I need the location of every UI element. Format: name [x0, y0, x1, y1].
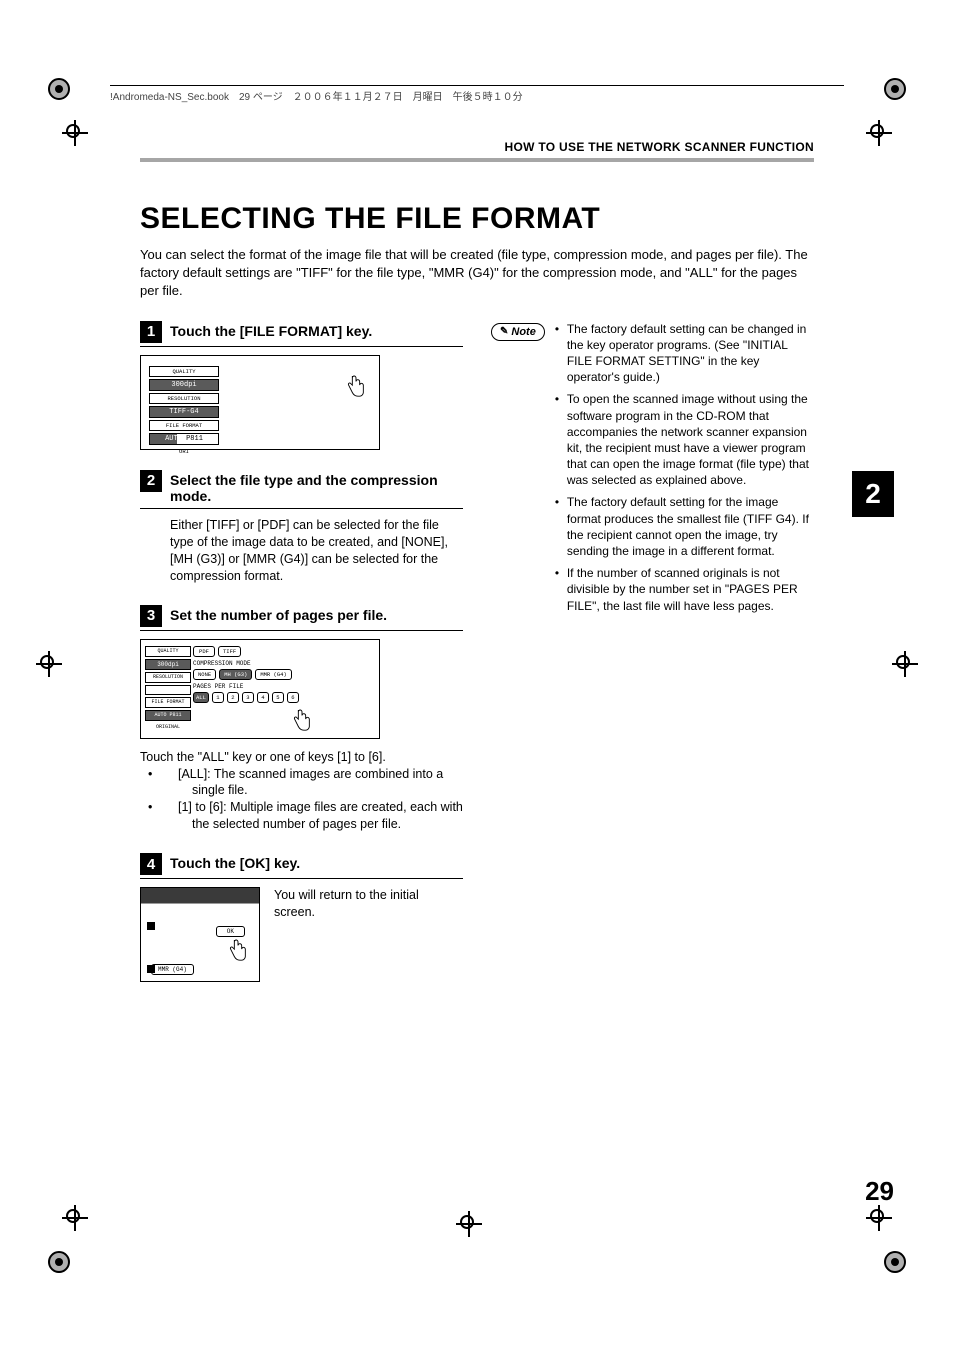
- step-2-title: Select the file type and the compression…: [170, 470, 463, 506]
- reg-mark-bl: [66, 1209, 84, 1227]
- note-list: The factory default setting can be chang…: [555, 321, 814, 620]
- step-2-number: 2: [140, 470, 162, 492]
- step-2-body: Either [TIFF] or [PDF] can be selected f…: [170, 517, 463, 585]
- hand-pointer-icon: [291, 708, 313, 734]
- step-3-after-item-all: • [ALL]: The scanned images are combined…: [144, 766, 463, 800]
- note-block: Note The factory default setting can be …: [491, 321, 814, 620]
- crop-circle-tr: [884, 78, 906, 100]
- step-3-item-all-text: The scanned images are combined into a s…: [192, 767, 443, 798]
- note-label: Note: [511, 326, 535, 338]
- panel3-ppf-label: PAGES PER FILE: [193, 683, 375, 690]
- step-3-after-intro: Touch the "ALL" key or one of keys [1] t…: [140, 749, 463, 766]
- panel3-ff-blank: [145, 685, 191, 695]
- page-title: SELECTING THE FILE FORMAT: [140, 202, 814, 236]
- note-item-2: To open the scanned image without using …: [555, 391, 814, 488]
- panel4-mmr: MMR (G4): [151, 964, 194, 975]
- panel3-btn-all: ALL: [193, 692, 209, 703]
- hand-pointer-icon: [227, 938, 249, 964]
- note-item-3: The factory default setting for the imag…: [555, 494, 814, 559]
- reg-mark-mr: [896, 655, 914, 673]
- panel3-btn-6: 6: [287, 692, 299, 703]
- panel3-btn-none: NONE: [193, 669, 216, 680]
- panel3-ff-label: FILE FORMAT: [145, 697, 191, 708]
- step-3: 3 Set the number of pages per file. QUAL…: [140, 605, 463, 833]
- panel3-original: ORIGINAL: [145, 723, 191, 732]
- panel3-btn-mhg3: MH (G3): [219, 669, 252, 680]
- page-frame: HOW TO USE THE NETWORK SCANNER FUNCTION …: [60, 130, 894, 1201]
- note-badge: Note: [491, 323, 545, 341]
- step-3-title: Set the number of pages per file.: [170, 605, 387, 624]
- panel1-auto-row: AUTO P811: [149, 433, 219, 445]
- panel1-p811: P811: [186, 435, 203, 443]
- step-1-number: 1: [140, 321, 162, 343]
- note-item-4: If the number of scanned originals is no…: [555, 565, 814, 614]
- step-4-title: Touch the [OK] key.: [170, 853, 300, 872]
- step-3-after-item-nums: • [1] to [6]: Multiple image files are c…: [144, 799, 463, 833]
- panel1-auto: AUTO: [165, 435, 182, 443]
- panel3-auto: AUTO P811: [145, 710, 191, 721]
- step-2: 2 Select the file type and the compressi…: [140, 470, 463, 585]
- panel3-compression-label: COMPRESSION MODE: [193, 660, 375, 667]
- reg-mark-bc: [460, 1215, 478, 1233]
- panel3-btn-mmrg4: MMR (G4): [255, 669, 291, 680]
- note-item-1: The factory default setting can be chang…: [555, 321, 814, 386]
- panel3-res-value: 300dpi: [145, 659, 191, 670]
- hand-pointer-icon: [345, 374, 367, 400]
- panel3-btn-tiff: TIFF: [218, 646, 241, 657]
- book-meta-header: !Andromeda-NS_Sec.book 29 ページ ２００６年１１月２７…: [110, 85, 844, 103]
- running-head: HOW TO USE THE NETWORK SCANNER FUNCTION: [140, 140, 814, 162]
- step-1: 1 Touch the [FILE FORMAT] key. QUALITY 3…: [140, 321, 463, 450]
- step-1-panel: QUALITY 300dpi RESOLUTION TIFF-G4 FILE F…: [140, 355, 380, 450]
- panel1-ff-label: FILE FORMAT: [149, 420, 219, 431]
- right-column: Note The factory default setting can be …: [491, 321, 814, 1002]
- panel1-ff-value: TIFF-G4: [149, 406, 219, 418]
- panel3-btn-5: 5: [272, 692, 284, 703]
- step-4-panel: OK MMR (G4): [140, 887, 260, 982]
- panel1-ori: ORI: [149, 447, 219, 456]
- intro-paragraph: You can select the format of the image f…: [140, 246, 814, 301]
- panel3-btn-3: 3: [242, 692, 254, 703]
- reg-mark-ml: [40, 655, 58, 673]
- step-3-after: Touch the "ALL" key or one of keys [1] t…: [140, 749, 463, 833]
- step-3-item-nums-text: Multiple image files are created, each w…: [192, 800, 463, 831]
- panel3-quality: QUALITY: [145, 646, 191, 657]
- panel1-quality: QUALITY: [149, 366, 219, 377]
- step-3-item-nums-tag: [1] to [6]:: [178, 800, 227, 814]
- panel1-res-label: RESOLUTION: [149, 393, 219, 404]
- left-column: 1 Touch the [FILE FORMAT] key. QUALITY 3…: [140, 321, 463, 1002]
- panel3-btn-2: 2: [227, 692, 239, 703]
- panel4-ok: OK: [216, 926, 245, 937]
- step-4-body: You will return to the initial screen.: [274, 887, 463, 921]
- step-4-number: 4: [140, 853, 162, 875]
- panel3-btn-4: 4: [257, 692, 269, 703]
- step-4: 4 Touch the [OK] key. OK MMR (G4) Yo: [140, 853, 463, 982]
- step-1-title: Touch the [FILE FORMAT] key.: [170, 321, 372, 340]
- crop-circle-bl: [48, 1251, 70, 1273]
- step-3-item-all-tag: [ALL]:: [178, 767, 211, 781]
- panel3-btn-1: 1: [212, 692, 224, 703]
- panel3-res-label: RESOLUTION: [145, 672, 191, 683]
- crop-circle-br: [884, 1251, 906, 1273]
- step-3-panel: QUALITY 300dpi RESOLUTION FILE FORMAT AU…: [140, 639, 380, 739]
- chapter-thumb-tab: 2: [852, 471, 894, 517]
- crop-circle-tl: [48, 78, 70, 100]
- step-3-number: 3: [140, 605, 162, 627]
- page-number: 29: [865, 1176, 894, 1207]
- reg-mark-br: [870, 1209, 888, 1227]
- panel3-btn-pdf: PDF: [193, 646, 215, 657]
- panel1-res-value: 300dpi: [149, 379, 219, 391]
